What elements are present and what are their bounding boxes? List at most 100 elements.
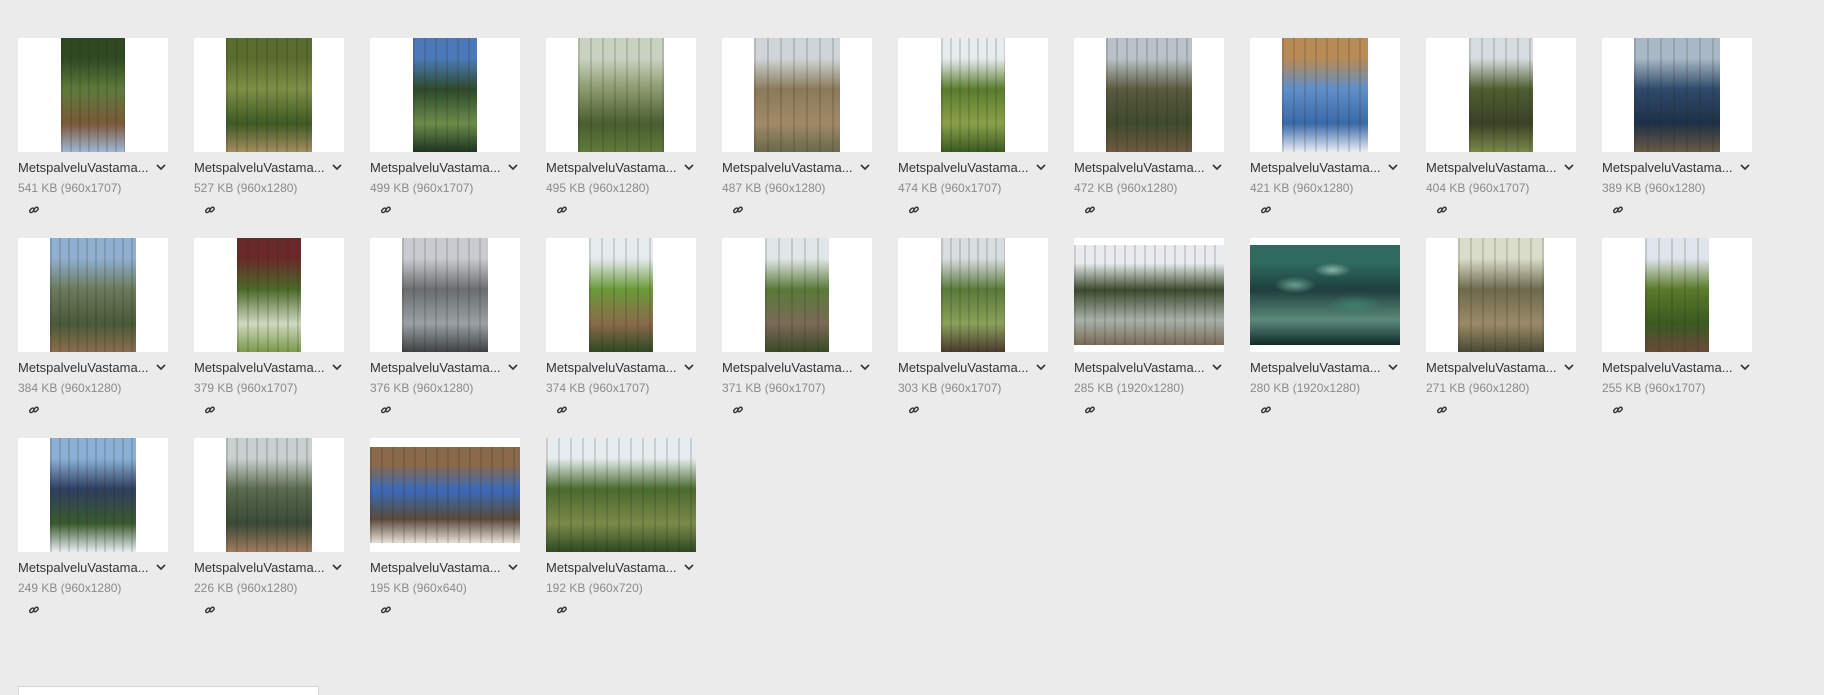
thumbnail-frame[interactable] xyxy=(546,38,696,152)
link-icon[interactable] xyxy=(1436,403,1450,417)
chevron-down-icon[interactable] xyxy=(154,560,168,574)
thumbnail-image[interactable] xyxy=(754,38,840,152)
file-name[interactable]: MetspalveluVastama... xyxy=(18,360,150,375)
file-tile[interactable]: MetspalveluVastama... 487 KB (960x1280) xyxy=(722,38,872,238)
file-name[interactable]: MetspalveluVastama... xyxy=(898,160,1030,175)
file-tile[interactable]: MetspalveluVastama... 421 KB (960x1280) xyxy=(1250,38,1400,238)
link-icon[interactable] xyxy=(1084,203,1098,217)
chevron-down-icon[interactable] xyxy=(330,560,344,574)
thumbnail-image[interactable] xyxy=(546,438,696,552)
thumbnail-frame[interactable] xyxy=(722,238,872,352)
link-icon[interactable] xyxy=(732,203,746,217)
chevron-down-icon[interactable] xyxy=(330,360,344,374)
thumbnail-image[interactable] xyxy=(413,38,477,152)
file-name[interactable]: MetspalveluVastama... xyxy=(1074,160,1206,175)
file-tile[interactable]: MetspalveluVastama... 376 KB (960x1280) xyxy=(370,238,520,438)
thumbnail-frame[interactable] xyxy=(370,38,520,152)
file-tile[interactable]: MetspalveluVastama... 371 KB (960x1707) xyxy=(722,238,872,438)
chevron-down-icon[interactable] xyxy=(1562,360,1576,374)
chevron-down-icon[interactable] xyxy=(1034,160,1048,174)
thumbnail-image[interactable] xyxy=(1074,245,1224,345)
file-name[interactable]: MetspalveluVastama... xyxy=(1602,160,1734,175)
link-icon[interactable] xyxy=(556,203,570,217)
thumbnail-frame[interactable] xyxy=(898,238,1048,352)
link-icon[interactable] xyxy=(1084,403,1098,417)
chevron-down-icon[interactable] xyxy=(330,160,344,174)
thumbnail-frame[interactable] xyxy=(1426,38,1576,152)
chevron-down-icon[interactable] xyxy=(858,160,872,174)
file-name[interactable]: MetspalveluVastama... xyxy=(546,360,678,375)
link-icon[interactable] xyxy=(1260,403,1274,417)
file-name[interactable]: MetspalveluVastama... xyxy=(194,160,326,175)
file-name[interactable]: MetspalveluVastama... xyxy=(194,560,326,575)
thumbnail-image[interactable] xyxy=(1106,38,1192,152)
file-tile[interactable]: MetspalveluVastama... 541 KB (960x1707) xyxy=(18,38,168,238)
link-icon[interactable] xyxy=(556,403,570,417)
thumbnail-frame[interactable] xyxy=(1602,238,1752,352)
chevron-down-icon[interactable] xyxy=(682,560,696,574)
thumbnail-frame[interactable] xyxy=(1250,38,1400,152)
file-name[interactable]: MetspalveluVastama... xyxy=(1426,160,1558,175)
chevron-down-icon[interactable] xyxy=(1210,360,1224,374)
file-name[interactable]: MetspalveluVastama... xyxy=(1426,360,1558,375)
file-name[interactable]: MetspalveluVastama... xyxy=(722,360,854,375)
file-tile[interactable]: MetspalveluVastama... 527 KB (960x1280) xyxy=(194,38,344,238)
thumbnail-image[interactable] xyxy=(1250,245,1400,345)
file-name[interactable]: MetspalveluVastama... xyxy=(722,160,854,175)
link-icon[interactable] xyxy=(380,403,394,417)
file-tile[interactable]: MetspalveluVastama... 474 KB (960x1707) xyxy=(898,38,1048,238)
thumbnail-image[interactable] xyxy=(589,238,653,352)
chevron-down-icon[interactable] xyxy=(682,160,696,174)
chevron-down-icon[interactable] xyxy=(154,160,168,174)
chevron-down-icon[interactable] xyxy=(858,360,872,374)
link-icon[interactable] xyxy=(380,603,394,617)
chevron-down-icon[interactable] xyxy=(506,160,520,174)
thumbnail-image[interactable] xyxy=(370,447,520,543)
file-name[interactable]: MetspalveluVastama... xyxy=(1074,360,1206,375)
file-name[interactable]: MetspalveluVastama... xyxy=(1250,360,1382,375)
thumbnail-frame[interactable] xyxy=(546,238,696,352)
thumbnail-image[interactable] xyxy=(1458,238,1544,352)
file-tile[interactable]: MetspalveluVastama... 285 KB (1920x1280) xyxy=(1074,238,1224,438)
thumbnail-image[interactable] xyxy=(1469,38,1533,152)
thumbnail-frame[interactable] xyxy=(194,438,344,552)
file-tile[interactable]: MetspalveluVastama... 404 KB (960x1707) xyxy=(1426,38,1576,238)
file-name[interactable]: MetspalveluVastama... xyxy=(194,360,326,375)
file-tile[interactable]: MetspalveluVastama... 384 KB (960x1280) xyxy=(18,238,168,438)
chevron-down-icon[interactable] xyxy=(1738,360,1752,374)
thumbnail-frame[interactable] xyxy=(1074,238,1224,352)
thumbnail-frame[interactable] xyxy=(898,38,1048,152)
thumbnail-frame[interactable] xyxy=(722,38,872,152)
file-tile[interactable]: MetspalveluVastama... 374 KB (960x1707) xyxy=(546,238,696,438)
chevron-down-icon[interactable] xyxy=(1386,360,1400,374)
thumbnail-frame[interactable] xyxy=(546,438,696,552)
chevron-down-icon[interactable] xyxy=(154,360,168,374)
thumbnail-frame[interactable] xyxy=(370,238,520,352)
thumbnail-image[interactable] xyxy=(50,438,136,552)
thumbnail-frame[interactable] xyxy=(370,438,520,552)
file-name[interactable]: MetspalveluVastama... xyxy=(370,160,502,175)
link-icon[interactable] xyxy=(204,203,218,217)
thumbnail-image[interactable] xyxy=(1634,38,1720,152)
thumbnail-image[interactable] xyxy=(941,238,1005,352)
link-icon[interactable] xyxy=(908,203,922,217)
file-tile[interactable]: MetspalveluVastama... 192 KB (960x720) xyxy=(546,438,696,638)
thumbnail-image[interactable] xyxy=(765,238,829,352)
thumbnail-frame[interactable] xyxy=(1074,38,1224,152)
file-tile[interactable]: MetspalveluVastama... 226 KB (960x1280) xyxy=(194,438,344,638)
file-name[interactable]: MetspalveluVastama... xyxy=(1602,360,1734,375)
thumbnail-image[interactable] xyxy=(1645,238,1709,352)
link-icon[interactable] xyxy=(204,403,218,417)
chevron-down-icon[interactable] xyxy=(1738,160,1752,174)
thumbnail-image[interactable] xyxy=(61,38,125,152)
chevron-down-icon[interactable] xyxy=(1034,360,1048,374)
chevron-down-icon[interactable] xyxy=(1210,160,1224,174)
link-icon[interactable] xyxy=(908,403,922,417)
file-tile[interactable]: MetspalveluVastama... 303 KB (960x1707) xyxy=(898,238,1048,438)
link-icon[interactable] xyxy=(732,403,746,417)
file-tile[interactable]: MetspalveluVastama... 389 KB (960x1280) xyxy=(1602,38,1752,238)
thumbnail-image[interactable] xyxy=(941,38,1005,152)
thumbnail-frame[interactable] xyxy=(1426,238,1576,352)
thumbnail-frame[interactable] xyxy=(18,238,168,352)
file-name[interactable]: MetspalveluVastama... xyxy=(546,160,678,175)
